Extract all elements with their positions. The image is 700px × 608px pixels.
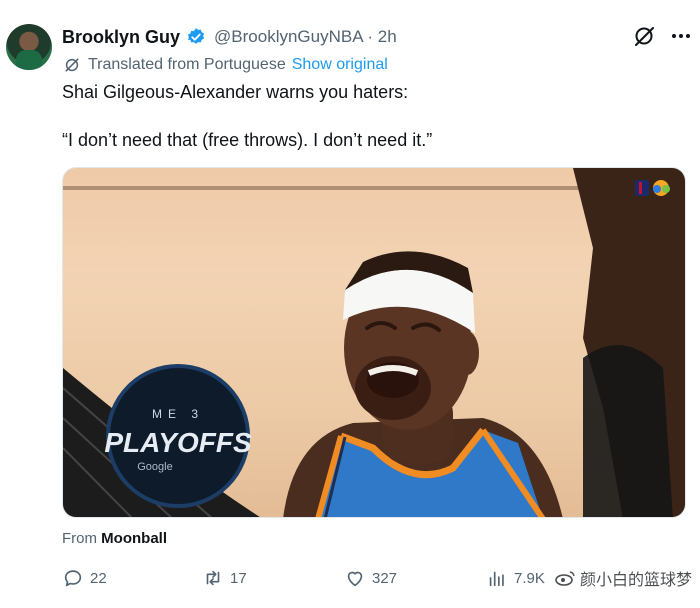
translation-label: Translated from Portuguese [88,56,286,73]
badge-sponsor-text: Google [137,461,172,473]
reply-button[interactable]: 22 [62,565,107,591]
reply-icon [64,570,82,587]
translation-bar: Translated from Portuguese Show original [62,54,388,76]
like-count: 327 [372,569,398,587]
like-icon [347,571,363,587]
post-time: 2h [377,27,397,46]
views-icon [489,571,504,587]
verified-badge-icon [186,27,206,47]
tweet-video[interactable]: ME 3 PLAYOFFS Google [62,167,686,518]
author-handle[interactable]: @BrooklynGuyNBA · 2h [214,27,397,47]
show-original-link[interactable]: Show original [292,56,388,74]
tweet-header: Brooklyn Guy @BrooklynGuyNBA · 2h [62,24,700,50]
repost-button[interactable]: 17 [202,565,247,591]
tweet-text-line2: “I don’t need that (free throws). I don’… [62,130,433,150]
author-name[interactable]: Brooklyn Guy [62,27,180,48]
reply-count: 22 [90,569,107,587]
views-button[interactable]: 7.9K [486,565,545,591]
media-source: From Moonball [62,530,167,547]
media-source-name[interactable]: Moonball [101,530,167,547]
grok-icon[interactable] [632,24,656,48]
watermark: 颜小白的篮球梦 [554,566,692,590]
repost-count: 17 [230,569,247,587]
views-count: 7.9K [514,569,545,587]
avatar[interactable] [6,24,52,70]
tweet-text-line1: Shai Gilgeous-Alexander warns you haters… [62,82,409,102]
like-button[interactable]: 327 [344,565,397,591]
translate-icon [62,55,82,75]
badge-game-text: ME 3 [152,407,204,421]
watermark-text: 颜小白的篮球梦 [580,572,693,589]
more-icon[interactable] [672,26,696,46]
repost-icon [206,570,220,586]
badge-playoffs-text: PLAYOFFS [104,427,252,458]
weibo-icon [555,571,575,586]
